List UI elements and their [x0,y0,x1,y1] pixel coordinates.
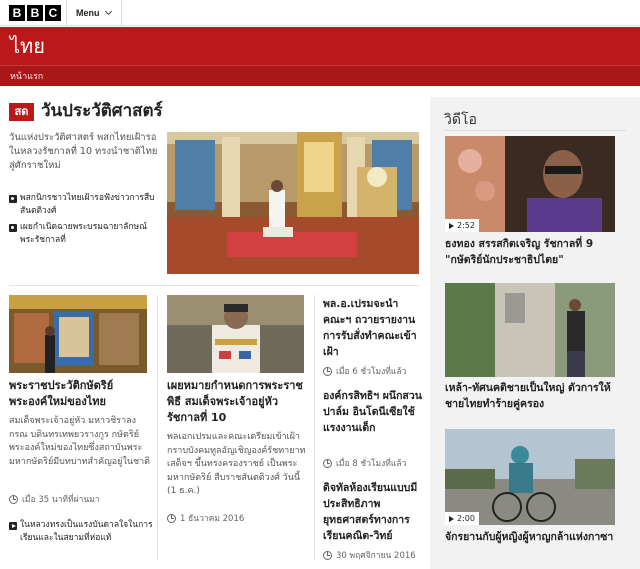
video-thumbnail[interactable] [445,283,615,377]
lead-image[interactable] [167,132,419,274]
timestamp-text: เมื่อ 35 นาทีที่ผ่านมา [22,495,100,505]
video-thumbnail[interactable] [445,429,615,525]
side-story-title[interactable]: องค์กรสิทธิฯ ผนึกสวนปาล์ม อินโดนีเซียใช้… [323,388,423,436]
story-timestamp: เมื่อ 8 ชั่วโมงที่แล้ว [323,456,406,470]
menu-button[interactable]: Menu [66,0,122,26]
related-link-text: เผยกำเนิดฉายพระบรมฉายาลักษณ์พระรัชกาลที่ [20,222,148,245]
related-link-text: พสกนิกรชาวไทยเฝ้ารอฟังข่าวการสืบสันตติวง… [20,193,155,216]
video-duration: 2:52 [445,219,479,232]
timestamp-text: 1 ธันวาคม 2016 [180,514,245,524]
video-title[interactable]: เหล้า-ทัศนคติชายเป็นใหญ่ ตัวการให้ชายไทย… [445,380,625,412]
video-heading-divider [444,130,626,131]
video-thumbnail[interactable] [445,136,615,232]
timestamp-text: เมื่อ 6 ชั่วโมงที่แล้ว [336,367,407,377]
side-story-title[interactable]: พล.อ.เปรมจะนำคณะฯ ถวายรายงานการรับสั่งทำ… [323,296,423,360]
related-link[interactable]: พสกนิกรชาวไทยเฝ้ารอฟังข่าวการสืบสันตติวง… [9,192,159,218]
duration-text: 2:52 [457,221,475,230]
story-image[interactable] [9,295,147,373]
story-image[interactable] [167,295,304,373]
story-summary: สมเด็จพระเจ้าอยู่หัว มหาวชิราลงกรณ บดินท… [9,416,150,467]
section-title[interactable]: วันประวัติศาสตร์ [41,99,163,123]
logo-letter: C [45,5,61,21]
column-divider [157,295,158,560]
video-title[interactable]: จักรยานกับผู้หญิงผู้หาญกล้าแห่งกาซา [445,529,625,545]
story-title[interactable]: เผยหมายกำหนดการพระราชพิธี สมเด็จพระเจ้าอ… [167,378,307,426]
logo-letter: B [27,5,43,21]
story-title[interactable]: พระราชประวัติกษัตริย์พระองค์ใหม่ของไทย [9,378,149,410]
lead-summary[interactable]: วันแห่งประวัติศาสตร์ พสกไทยเฝ้ารอในหลวงร… [9,131,159,173]
video-duration: 2:00 [445,512,479,525]
video-title[interactable]: ธงทอง สรรสกิตเจริญ รัชกาลที่ 9 "กษัตริย์… [445,236,625,268]
story-timestamp: 30 พฤศจิกายน 2016 [323,548,416,562]
story-summary: พลเอกเปรมและคณะเตรียมเข้าเฝ้า กราบบังคมท… [167,432,306,496]
top-bar: B B C Menu [0,0,640,26]
clock-icon [9,494,18,504]
camera-icon [9,195,17,203]
video-play-icon [9,522,17,530]
story-timestamp: เมื่อ 6 ชั่วโมงที่แล้ว [323,364,406,378]
clock-icon [167,513,176,523]
logo-letter: B [9,5,25,21]
duration-text: 2:00 [457,514,475,523]
clock-icon [323,366,332,376]
camera-icon [9,224,17,232]
timestamp-text: 30 พฤศจิกายน 2016 [336,551,416,561]
chevron-down-icon [104,7,112,16]
related-link[interactable]: ในหลวงทรงเป็นแรงบันดาลใจในการเรียนและในส… [9,519,157,545]
related-link[interactable]: เผยกำเนิดฉายพระบรมฉายาลักษณ์พระรัชกาลที่ [9,221,159,247]
side-story-title[interactable]: ดิจทัลห้องเรียนแบบมีประสิทธิภาพยุทธศาสตร… [323,480,423,544]
site-banner: ไทย [0,27,640,65]
related-link-text: ในหลวงทรงเป็นแรงบันดาลใจในการเรียนและในส… [20,520,153,543]
menu-label: Menu [76,8,100,18]
bbc-logo[interactable]: B B C [9,5,61,21]
story-timestamp: เมื่อ 35 นาทีที่ผ่านมา [9,492,100,506]
video-heading[interactable]: วิดีโอ [444,109,477,131]
nav-home-link[interactable]: หน้าแรก [10,69,43,83]
play-icon [449,222,454,229]
section-divider [9,285,419,286]
story-timestamp: 1 ธันวาคม 2016 [167,511,244,525]
site-title[interactable]: ไทย [10,33,45,59]
clock-icon [323,550,332,560]
timestamp-text: เมื่อ 8 ชั่วโมงที่แล้ว [336,459,407,469]
play-icon [449,515,454,522]
nav-bar: หน้าแรก [0,65,640,86]
live-badge: สด [9,103,34,121]
clock-icon [323,458,332,468]
column-divider [314,295,315,560]
